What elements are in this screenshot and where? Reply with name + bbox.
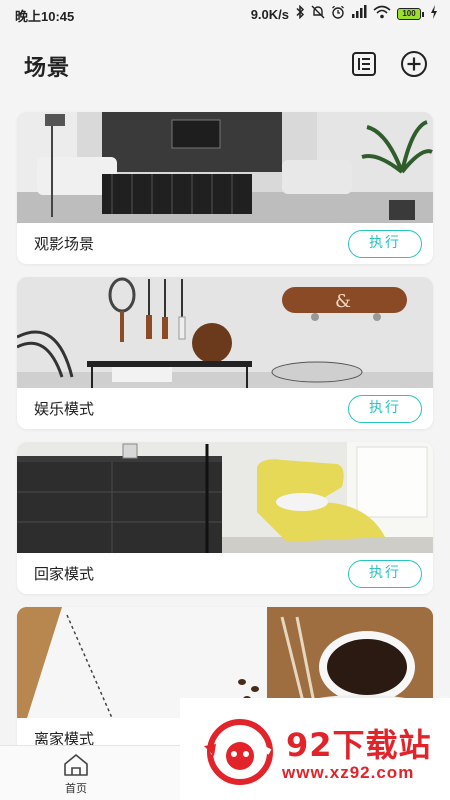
status-icons: 9.0K/s 100: [250, 4, 438, 23]
nav-home-tab[interactable]: 首页: [48, 752, 104, 798]
alarm-icon: [331, 5, 345, 23]
svg-text:&: &: [335, 291, 351, 312]
watermark-url: www.xz92.com: [282, 763, 415, 782]
scene-image-living-room: [17, 112, 433, 223]
watermark: 92下载站 www.xz92.com: [180, 698, 450, 800]
net-speed: 9.0K/s: [250, 6, 289, 22]
add-icon: [401, 51, 427, 77]
scene-label: 娱乐模式: [34, 400, 95, 418]
execute-button[interactable]: 执行: [348, 395, 422, 423]
status-time: 晚上10:45: [15, 9, 75, 24]
scene-card[interactable]: 观影场景 执行: [17, 112, 433, 264]
header: 场景: [0, 28, 450, 100]
home-icon: [64, 754, 88, 776]
watermark-brand: 92下载站: [286, 726, 432, 764]
execute-button[interactable]: 执行: [348, 230, 422, 258]
list-button[interactable]: [350, 50, 378, 78]
scene-label: 离家模式: [34, 730, 95, 745]
scene-card[interactable]: 回家模式 执行: [17, 442, 433, 594]
battery-icon: 100: [397, 8, 424, 20]
page-title: 场景: [24, 56, 71, 81]
battery-level: 100: [397, 8, 421, 20]
scene-image-home: [17, 442, 433, 553]
scene-image-entertainment: &: [17, 277, 433, 388]
add-scene-button[interactable]: [400, 50, 428, 78]
mute-icon: [311, 5, 325, 23]
execute-button[interactable]: 执行: [348, 560, 422, 588]
bluetooth-icon: [295, 4, 305, 23]
nav-home-label: 首页: [65, 782, 87, 795]
watermark-logo: [204, 719, 273, 785]
scene-label: 观影场景: [34, 235, 95, 253]
signal-icon: [351, 5, 367, 23]
charging-icon: [430, 5, 438, 23]
status-bar: 晚上10:45 9.0K/s 100: [0, 0, 450, 28]
wifi-icon: [373, 5, 391, 23]
list-icon: [352, 52, 376, 76]
scene-card[interactable]: & 娱乐模式 执行: [17, 277, 433, 429]
scene-label: 回家模式: [34, 565, 95, 583]
scene-list: 观影场景 执行 & 娱乐模式 执行 回家模式 执行 离家模式: [0, 100, 450, 745]
